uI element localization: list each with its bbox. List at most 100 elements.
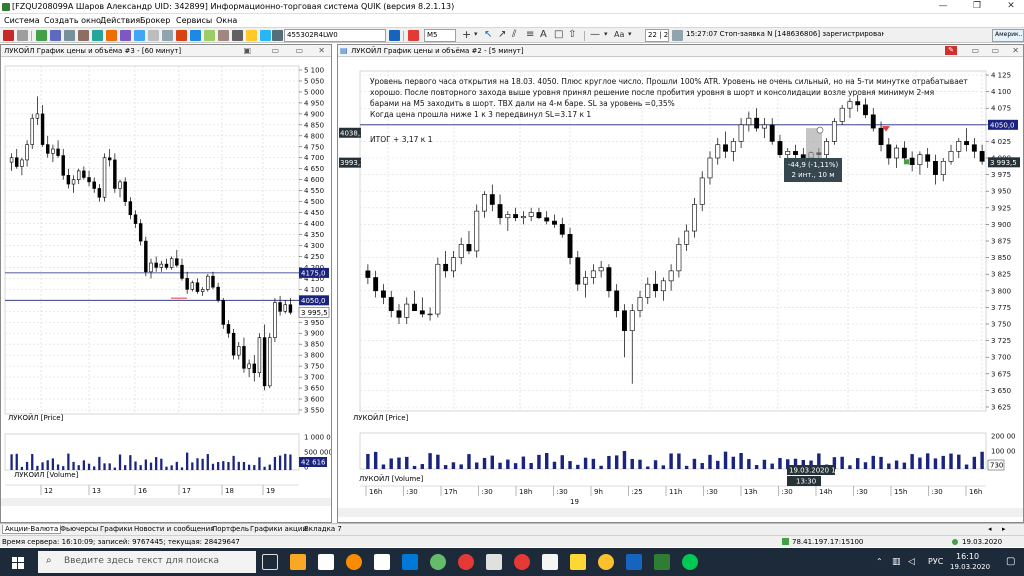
text-tool-icon[interactable]: A [540, 29, 547, 40]
volume-bar [175, 461, 178, 470]
menu-actions[interactable]: Действия [100, 16, 140, 25]
trades-icon[interactable] [134, 30, 145, 41]
grid-icon[interactable] [162, 30, 173, 41]
filter-icon[interactable] [148, 30, 159, 41]
close-icon[interactable]: ✕ [1000, 1, 1022, 13]
app-icon[interactable] [486, 554, 502, 570]
portfolio-icon[interactable] [78, 30, 89, 41]
volume-bar [15, 453, 18, 470]
yandex-icon[interactable] [514, 554, 530, 570]
task-view-icon[interactable] [262, 554, 278, 570]
news-icon[interactable] [120, 30, 131, 41]
maximize-icon[interactable]: ❐ [966, 1, 988, 13]
paint-icon[interactable] [374, 554, 390, 570]
price-axis-label: 4 850 [304, 121, 324, 129]
table-icon[interactable] [50, 30, 61, 41]
pin-icon[interactable]: ✎ [945, 46, 957, 55]
interval-icon[interactable] [408, 30, 419, 41]
scroll-left-icon[interactable]: ◂ [986, 525, 994, 533]
line-style-icon[interactable]: — [590, 29, 600, 40]
scroll-right-icon[interactable]: ▸ [1000, 525, 1008, 533]
notifications-icon[interactable]: ▢ [1006, 556, 1015, 567]
restore-icon[interactable]: ▭ [295, 46, 303, 55]
interval-select[interactable]: M5 [424, 29, 456, 42]
connect-icon[interactable] [260, 30, 271, 41]
file-explorer-icon[interactable] [290, 554, 306, 570]
chevron-down-icon[interactable]: ▾ [628, 30, 632, 38]
trendline-icon[interactable]: ↗ [498, 29, 506, 40]
tab-portfolio[interactable]: Портфель [210, 525, 251, 533]
menu-services[interactable]: Сервисы [176, 16, 212, 25]
channel-icon[interactable]: ⫽ [512, 29, 516, 40]
tab-7[interactable]: Вкладка 7 [302, 525, 344, 533]
chevron-down-icon[interactable]: ▾ [474, 30, 478, 38]
stop-order-icon[interactable] [176, 30, 187, 41]
menu-create-window[interactable]: Создать окно [44, 16, 101, 25]
app-icon[interactable] [570, 554, 586, 570]
new-order-icon[interactable] [36, 30, 47, 41]
arrow-up-icon[interactable]: ⇧ [568, 29, 576, 40]
tray-up-icon[interactable]: ⌃ [876, 557, 883, 566]
close-icon[interactable]: ✕ [1012, 46, 1019, 55]
windows-start-icon[interactable] [12, 557, 24, 569]
volume-bar [268, 464, 271, 470]
crosshair-icon[interactable]: + [462, 28, 471, 41]
tab-charts[interactable]: Графики [98, 525, 134, 533]
restore-icon[interactable]: ▭ [991, 46, 999, 55]
shape-icon[interactable]: □ [554, 29, 563, 40]
candle-body [645, 283, 651, 298]
menu-broker[interactable]: Брокер [140, 16, 170, 25]
right-chart-canvas[interactable]: 4 1254 1004 0754 0504 0254 0003 9753 950… [338, 58, 1023, 520]
network-icon[interactable]: ▥ [892, 557, 901, 567]
tab-futures[interactable]: Фьючерсы [58, 525, 100, 533]
chevron-down-icon[interactable]: ▾ [604, 30, 608, 38]
tab-stocks-currency[interactable]: Акции-Валюта [2, 525, 62, 534]
excel-icon[interactable] [654, 554, 670, 570]
print-icon[interactable] [246, 30, 257, 41]
close-icon[interactable]: ✕ [318, 46, 325, 55]
candle-body [237, 346, 241, 356]
chart-icon[interactable] [92, 30, 103, 41]
fibo-icon[interactable]: ≡ [526, 29, 534, 40]
minimize-icon[interactable]: ▭ [971, 46, 979, 55]
edge-icon[interactable] [402, 554, 418, 570]
alert-icon[interactable] [106, 30, 117, 41]
menu-system[interactable]: Система [4, 16, 40, 25]
clock-time[interactable]: 16:10 [956, 552, 979, 561]
accounts-icon[interactable] [190, 30, 201, 41]
cursor-icon[interactable]: ↖ [484, 29, 492, 40]
minimize-icon[interactable]: — [932, 1, 954, 13]
candle-body [242, 346, 246, 369]
account-select[interactable]: 455302R4LW0 [284, 29, 386, 42]
chrome-icon[interactable] [598, 554, 614, 570]
clock-date[interactable]: 19.03.2020 [950, 563, 990, 571]
opera-icon[interactable] [458, 554, 474, 570]
word-icon[interactable] [626, 554, 642, 570]
time-axis-label: 13h [744, 488, 757, 496]
store-icon[interactable] [318, 554, 334, 570]
volume-icon[interactable]: ◁ [908, 557, 915, 567]
refresh-icon[interactable] [272, 30, 283, 41]
app-icon[interactable] [430, 554, 446, 570]
america-terminal-button[interactable]: Америк... терм... [992, 29, 1024, 42]
quik-icon[interactable] [682, 554, 698, 570]
menu-windows[interactable]: Окна [216, 16, 237, 25]
tab-news[interactable]: Новости и сообщения [132, 525, 216, 533]
quotes-icon[interactable] [64, 30, 75, 41]
pin-icon[interactable]: ▣ [243, 46, 251, 55]
lock-icon[interactable] [389, 30, 400, 41]
firefox-icon[interactable] [346, 554, 362, 570]
minimize-icon[interactable]: ▭ [271, 46, 279, 55]
app-icon[interactable] [542, 554, 558, 570]
taskbar-search[interactable]: ⌕ Введите здесь текст для поиска [38, 551, 256, 573]
stop-icon[interactable] [3, 30, 14, 41]
font-size-label[interactable]: Aa [614, 30, 624, 39]
left-chart-canvas[interactable]: 5 100 5 050 5 000 4 950 4 900 4 850 4 800 4 750… [1, 58, 331, 520]
settings-icon[interactable] [232, 30, 243, 41]
history-icon[interactable] [218, 30, 229, 41]
save-icon[interactable] [17, 30, 28, 41]
language-indicator[interactable]: РУС [928, 557, 943, 566]
limits-icon[interactable] [204, 30, 215, 41]
message-icon[interactable] [672, 30, 683, 41]
tab-stock-charts[interactable]: Графики акции [248, 525, 309, 533]
